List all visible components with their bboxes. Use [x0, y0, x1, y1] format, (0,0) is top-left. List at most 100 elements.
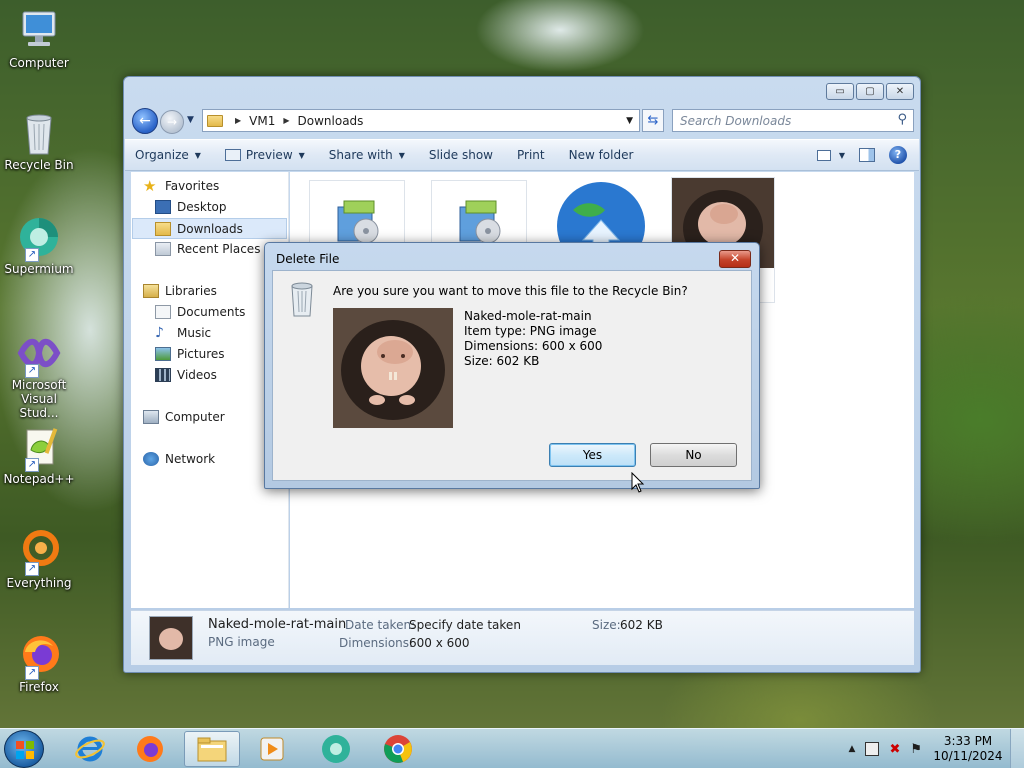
- recent-pages-dropdown[interactable]: ▼: [187, 115, 194, 125]
- back-button[interactable]: ←: [132, 108, 158, 134]
- nav-downloads[interactable]: Downloads: [132, 218, 287, 239]
- desktop-icon-firefox[interactable]: ↗ Firefox: [2, 632, 76, 695]
- folder-icon: [197, 737, 227, 762]
- file-info-dimensions: Dimensions: 600 x 600: [464, 339, 603, 353]
- start-button[interactable]: [4, 730, 44, 768]
- file-thumbnail-globe-installer[interactable]: [553, 180, 649, 270]
- slide-show-button[interactable]: Slide show: [429, 148, 507, 162]
- clock-date: 10/11/2024: [933, 749, 1003, 763]
- taskbar-internet-explorer[interactable]: [62, 731, 118, 767]
- chevron-down-icon: ▼: [398, 150, 405, 160]
- file-info-type: Item type: PNG image: [464, 324, 597, 338]
- details-date-taken-value[interactable]: Specify date taken: [409, 618, 521, 632]
- details-pane: Naked-mole-rat-main PNG image Date taken…: [131, 610, 914, 665]
- taskbar-supermium[interactable]: [308, 731, 364, 767]
- desktop-icon-recycle-bin[interactable]: Recycle Bin: [2, 110, 76, 173]
- music-icon: ♪: [155, 325, 164, 341]
- nav-label: Documents: [177, 305, 246, 319]
- organize-button[interactable]: Organize ▼: [135, 148, 215, 162]
- search-icon[interactable]: ⚲: [897, 112, 907, 127]
- address-dropdown-icon[interactable]: ▼: [626, 116, 633, 126]
- change-view-button[interactable]: ▼: [816, 149, 845, 161]
- details-size-value: 602 KB: [620, 618, 663, 632]
- desktop-icon-computer[interactable]: Computer: [2, 8, 76, 71]
- dialog-close-button[interactable]: ✕: [719, 250, 751, 268]
- address-row: ← → ▼ ▶ VM1 ▶ Downloads ▼ ⇆ Search Downl…: [132, 107, 914, 134]
- shortcut-arrow-icon: ↗: [25, 458, 39, 472]
- minimize-button[interactable]: ▭: [826, 83, 854, 100]
- taskbar-file-explorer[interactable]: [184, 731, 240, 767]
- nav-label: Favorites: [165, 179, 220, 193]
- nav-videos[interactable]: Videos: [155, 368, 217, 382]
- network-tray-icon[interactable]: [865, 742, 880, 756]
- desktop-icon-supermium[interactable]: ↗ Supermium: [2, 214, 76, 277]
- yes-button[interactable]: Yes: [549, 443, 636, 467]
- mouse-cursor-icon: [631, 472, 645, 493]
- taskbar-chrome[interactable]: [370, 731, 426, 767]
- nav-pictures[interactable]: Pictures: [155, 347, 225, 361]
- media-player-icon: [260, 737, 284, 761]
- nav-desktop[interactable]: Desktop: [155, 200, 227, 214]
- desktop-icon-label: Microsoft Visual Stud...: [11, 378, 67, 420]
- supermium-icon: ↗: [15, 214, 63, 262]
- recycle-bin-icon: [289, 281, 315, 317]
- preview-icon: [224, 149, 241, 161]
- share-with-button[interactable]: Share with ▼: [329, 148, 419, 162]
- action-center-flag-icon[interactable]: ⚑: [910, 742, 922, 757]
- nav-favorites[interactable]: ★ Favorites: [143, 177, 220, 195]
- close-button[interactable]: ✕: [886, 83, 914, 100]
- preview-pane-icon[interactable]: [859, 148, 875, 162]
- address-bar[interactable]: ▶ VM1 ▶ Downloads ▼: [202, 109, 640, 132]
- forward-button[interactable]: →: [160, 110, 184, 134]
- breadcrumb-separator-icon[interactable]: ▶: [283, 116, 289, 125]
- desktop-icon-everything[interactable]: ↗ Everything: [2, 528, 76, 591]
- network-icon: [143, 452, 159, 466]
- maximize-button[interactable]: ▢: [856, 83, 884, 100]
- nav-label: Network: [165, 452, 216, 466]
- nav-libraries[interactable]: Libraries: [143, 284, 217, 298]
- breadcrumb-vm1[interactable]: VM1: [249, 114, 275, 128]
- new-folder-button[interactable]: New folder: [569, 148, 648, 162]
- window-controls: ▭ ▢ ✕: [826, 83, 914, 100]
- nav-documents[interactable]: Documents: [155, 305, 245, 319]
- no-button[interactable]: No: [650, 443, 737, 467]
- details-dimensions-value: 600 x 600: [409, 636, 470, 650]
- computer-icon: [15, 8, 63, 54]
- recent-places-icon: [155, 242, 171, 256]
- breadcrumb-downloads[interactable]: Downloads: [298, 114, 364, 128]
- nav-label: Recent Places: [177, 242, 261, 256]
- show-hidden-icons-icon[interactable]: ▲: [849, 744, 856, 754]
- downloads-folder-icon: [155, 221, 171, 236]
- chevron-down-icon: ▼: [838, 150, 845, 160]
- desktop-icon-visual-studio[interactable]: ↗ Microsoft Visual Stud...: [2, 330, 76, 420]
- show-desktop-button[interactable]: [1010, 729, 1024, 768]
- nav-label: Videos: [177, 368, 217, 382]
- volume-muted-icon[interactable]: ✖: [889, 742, 900, 757]
- shortcut-arrow-icon: ↗: [25, 248, 39, 262]
- nav-label: Pictures: [177, 347, 225, 361]
- clock[interactable]: 3:33 PM 10/11/2024: [932, 734, 1004, 764]
- nav-network[interactable]: Network: [143, 452, 215, 466]
- shortcut-arrow-icon: ↗: [25, 364, 39, 378]
- nav-music[interactable]: ♪ Music: [155, 326, 211, 340]
- details-file-type: PNG image: [208, 635, 275, 649]
- desktop-icon-label: Everything: [6, 576, 72, 590]
- preview-button[interactable]: Preview ▼: [224, 148, 319, 162]
- everything-icon: ↗: [15, 528, 63, 576]
- recycle-bin-icon: [15, 110, 63, 156]
- refresh-button[interactable]: ⇆: [642, 109, 664, 132]
- breadcrumb-separator-icon[interactable]: ▶: [235, 116, 241, 125]
- clock-time: 3:33 PM: [943, 734, 993, 748]
- star-icon: ★: [143, 177, 157, 195]
- search-input[interactable]: Search Downloads ⚲: [672, 109, 914, 132]
- help-icon[interactable]: ?: [889, 146, 907, 164]
- taskbar-firefox[interactable]: [122, 731, 178, 767]
- nav-recent-places[interactable]: Recent Places: [155, 242, 260, 256]
- system-tray: ▲ ✖ ⚑ 3:33 PM 10/11/2024: [849, 729, 1024, 768]
- file-info-name: Naked-mole-rat-main: [464, 309, 592, 323]
- desktop-icon-notepadpp[interactable]: ↗ Notepad++: [2, 424, 76, 487]
- command-bar: Organize ▼ Preview ▼ Share with ▼ Slide sho…: [125, 139, 919, 171]
- print-button[interactable]: Print: [517, 148, 559, 162]
- nav-computer[interactable]: Computer: [143, 410, 225, 424]
- taskbar-media-player[interactable]: [244, 731, 300, 767]
